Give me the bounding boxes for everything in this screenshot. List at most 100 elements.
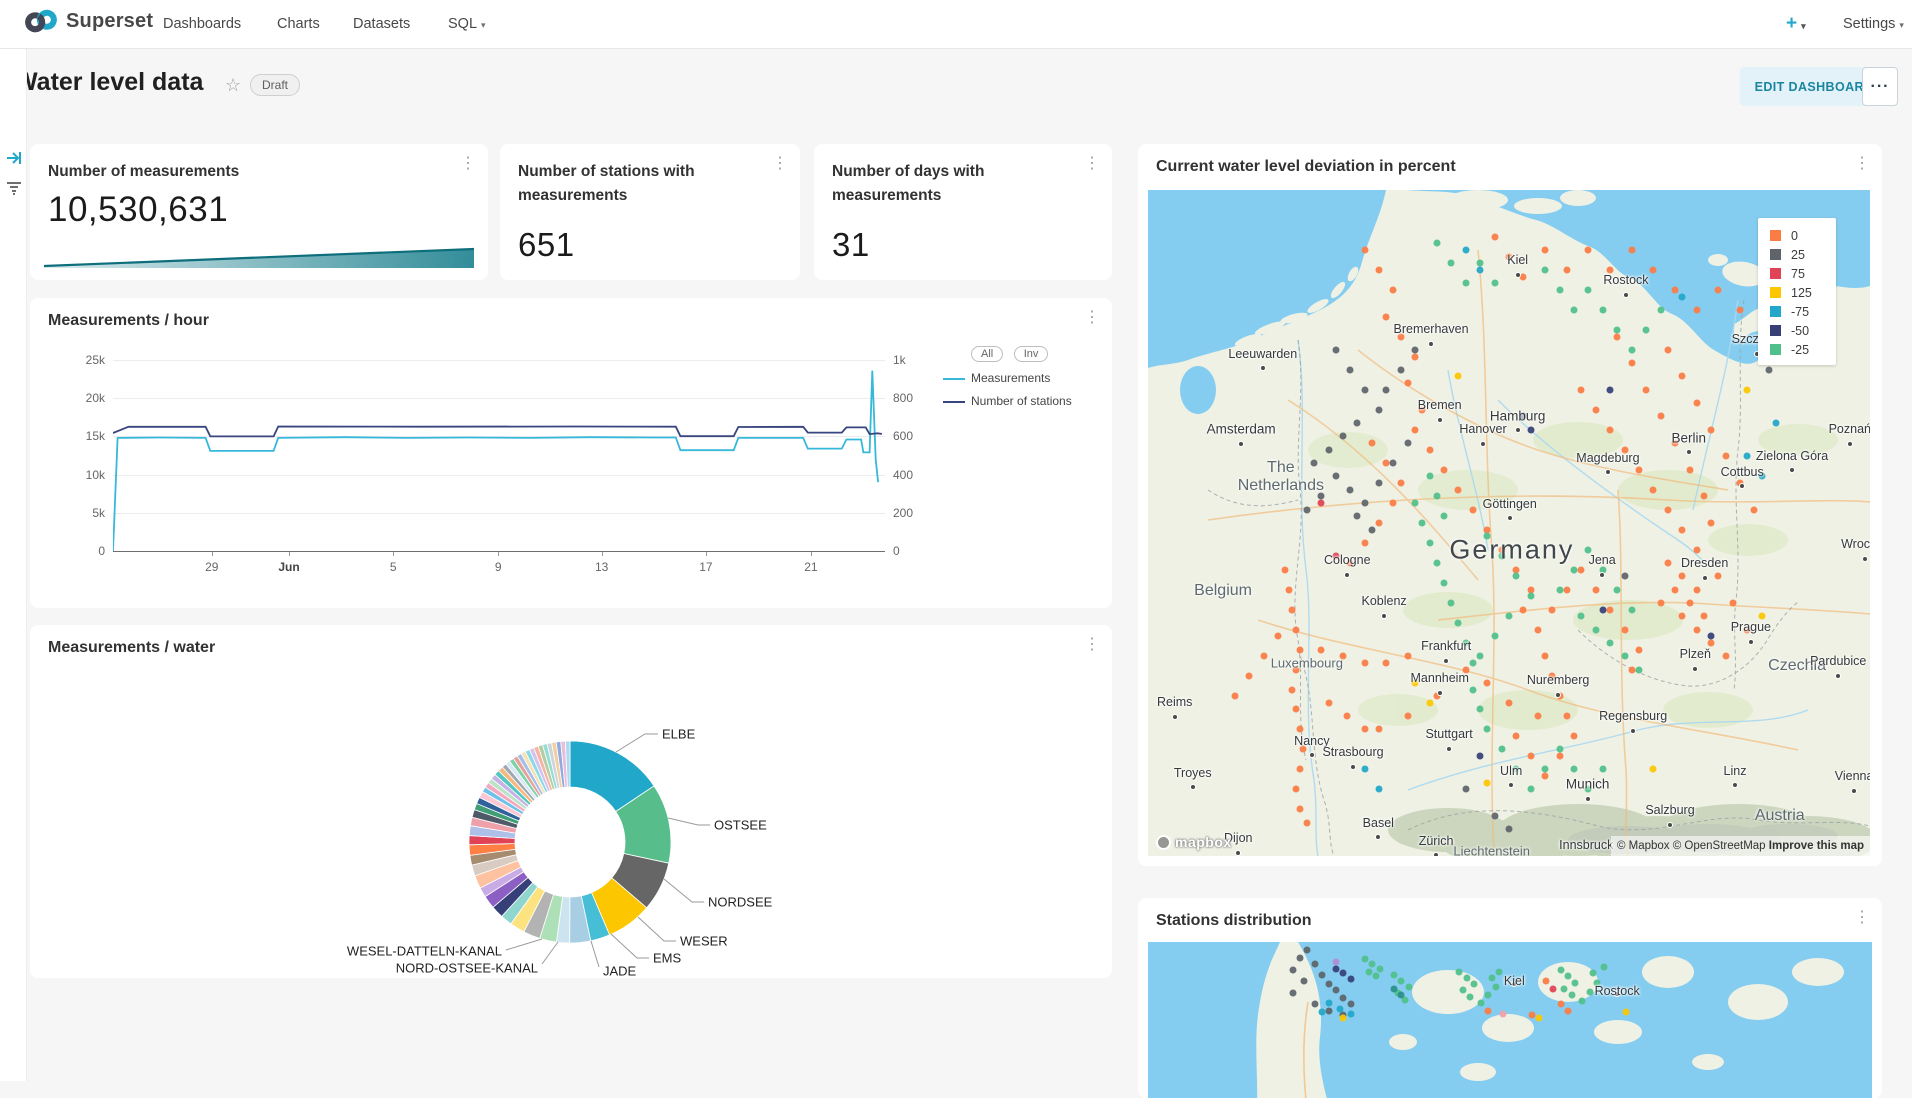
station-dot[interactable]	[1365, 968, 1372, 975]
station-dot[interactable]	[1527, 786, 1534, 793]
station-dot[interactable]	[1293, 626, 1300, 633]
station-dot[interactable]	[1398, 992, 1405, 999]
station-dot[interactable]	[1477, 653, 1484, 660]
station-dot[interactable]	[1715, 286, 1722, 293]
station-dot[interactable]	[1700, 613, 1707, 620]
station-dot[interactable]	[1340, 995, 1347, 1002]
station-dot[interactable]	[1318, 1009, 1325, 1016]
station-dot[interactable]	[1484, 679, 1491, 686]
station-dot[interactable]	[1570, 566, 1577, 573]
station-dot[interactable]	[1585, 246, 1592, 253]
station-dot[interactable]	[1679, 573, 1686, 580]
station-dot[interactable]	[1361, 726, 1368, 733]
station-dot[interactable]	[1383, 460, 1390, 467]
station-dot[interactable]	[1513, 733, 1520, 740]
station-dot[interactable]	[1318, 500, 1325, 507]
station-dot[interactable]	[1426, 699, 1433, 706]
kebab-menu-icon[interactable]: ⋮	[1084, 156, 1100, 172]
station-dot[interactable]	[1361, 386, 1368, 393]
dashboard-more-button[interactable]: ···	[1862, 67, 1898, 106]
donut-slices[interactable]	[30, 655, 1112, 978]
station-dot[interactable]	[1614, 326, 1621, 333]
station-dot[interactable]	[1686, 466, 1693, 473]
station-dot[interactable]	[1318, 646, 1325, 653]
station-dot[interactable]	[1373, 973, 1380, 980]
station-dot[interactable]	[1601, 963, 1608, 970]
station-dot[interactable]	[1527, 426, 1534, 433]
station-dot[interactable]	[1361, 500, 1368, 507]
station-dot[interactable]	[1376, 786, 1383, 793]
station-dot[interactable]	[1404, 380, 1411, 387]
station-dot[interactable]	[1426, 473, 1433, 480]
station-dot[interactable]	[1557, 1001, 1564, 1008]
station-dot[interactable]	[1441, 579, 1448, 586]
station-dot[interactable]	[1477, 266, 1484, 273]
station-dot[interactable]	[1361, 539, 1368, 546]
station-dot[interactable]	[1485, 992, 1492, 999]
station-dot[interactable]	[1556, 586, 1563, 593]
station-dot[interactable]	[1765, 366, 1772, 373]
station-dot[interactable]	[1333, 987, 1340, 994]
station-dot[interactable]	[1506, 826, 1513, 833]
station-dot[interactable]	[1332, 346, 1339, 353]
station-dot[interactable]	[1679, 293, 1686, 300]
legend-row--50[interactable]: -50	[1770, 321, 1836, 340]
station-dot[interactable]	[1744, 386, 1751, 393]
station-dot[interactable]	[1621, 626, 1628, 633]
station-dot[interactable]	[1347, 486, 1354, 493]
station-dot[interactable]	[1293, 786, 1300, 793]
station-dot[interactable]	[1635, 666, 1642, 673]
nav-charts[interactable]: Charts	[277, 0, 320, 48]
station-dot[interactable]	[1572, 979, 1579, 986]
station-dot[interactable]	[1260, 653, 1267, 660]
station-dot[interactable]	[1614, 333, 1621, 340]
hour-chart-plot[interactable]	[113, 360, 885, 551]
station-dot[interactable]	[1693, 626, 1700, 633]
stations-map[interactable]: KielRostock	[1148, 942, 1872, 1098]
station-dot[interactable]	[1491, 280, 1498, 287]
station-dot[interactable]	[1412, 346, 1419, 353]
station-dot[interactable]	[1376, 406, 1383, 413]
station-dot[interactable]	[1478, 999, 1485, 1006]
station-dot[interactable]	[1542, 266, 1549, 273]
kebab-menu-icon[interactable]: ⋮	[1854, 910, 1870, 926]
station-dot[interactable]	[1499, 1010, 1506, 1017]
station-dot[interactable]	[1564, 973, 1571, 980]
station-dot[interactable]	[1448, 599, 1455, 606]
station-dot[interactable]	[1390, 460, 1397, 467]
station-dot[interactable]	[1383, 659, 1390, 666]
station-dot[interactable]	[1433, 493, 1440, 500]
station-dot[interactable]	[1419, 520, 1426, 527]
station-dot[interactable]	[1715, 573, 1722, 580]
legend-row-0[interactable]: 0	[1770, 226, 1836, 245]
station-dot[interactable]	[1657, 599, 1664, 606]
station-dot[interactable]	[1383, 313, 1390, 320]
expand-filters-icon[interactable]	[5, 149, 23, 172]
station-dot[interactable]	[1543, 978, 1550, 985]
station-dot[interactable]	[1628, 666, 1635, 673]
station-dot[interactable]	[1621, 653, 1628, 660]
station-dot[interactable]	[1708, 639, 1715, 646]
station-dot[interactable]	[1412, 426, 1419, 433]
station-dot[interactable]	[1679, 373, 1686, 380]
station-dot[interactable]	[1520, 273, 1527, 280]
station-dot[interactable]	[1333, 959, 1340, 966]
station-dot[interactable]	[1340, 970, 1347, 977]
station-dot[interactable]	[1506, 613, 1513, 620]
station-dot[interactable]	[1599, 306, 1606, 313]
station-dot[interactable]	[1549, 606, 1556, 613]
station-dot[interactable]	[1568, 992, 1575, 999]
station-dot[interactable]	[1463, 974, 1470, 981]
station-dot[interactable]	[1614, 586, 1621, 593]
station-dot[interactable]	[1412, 500, 1419, 507]
station-dot[interactable]	[1657, 413, 1664, 420]
station-dot[interactable]	[1347, 366, 1354, 373]
station-dot[interactable]	[1459, 987, 1466, 994]
station-dot[interactable]	[1557, 967, 1564, 974]
station-dot[interactable]	[1470, 981, 1477, 988]
station-dot[interactable]	[1333, 965, 1340, 972]
station-dot[interactable]	[1391, 971, 1398, 978]
station-dot[interactable]	[1484, 779, 1491, 786]
station-dot[interactable]	[1590, 970, 1597, 977]
station-dot[interactable]	[1578, 386, 1585, 393]
